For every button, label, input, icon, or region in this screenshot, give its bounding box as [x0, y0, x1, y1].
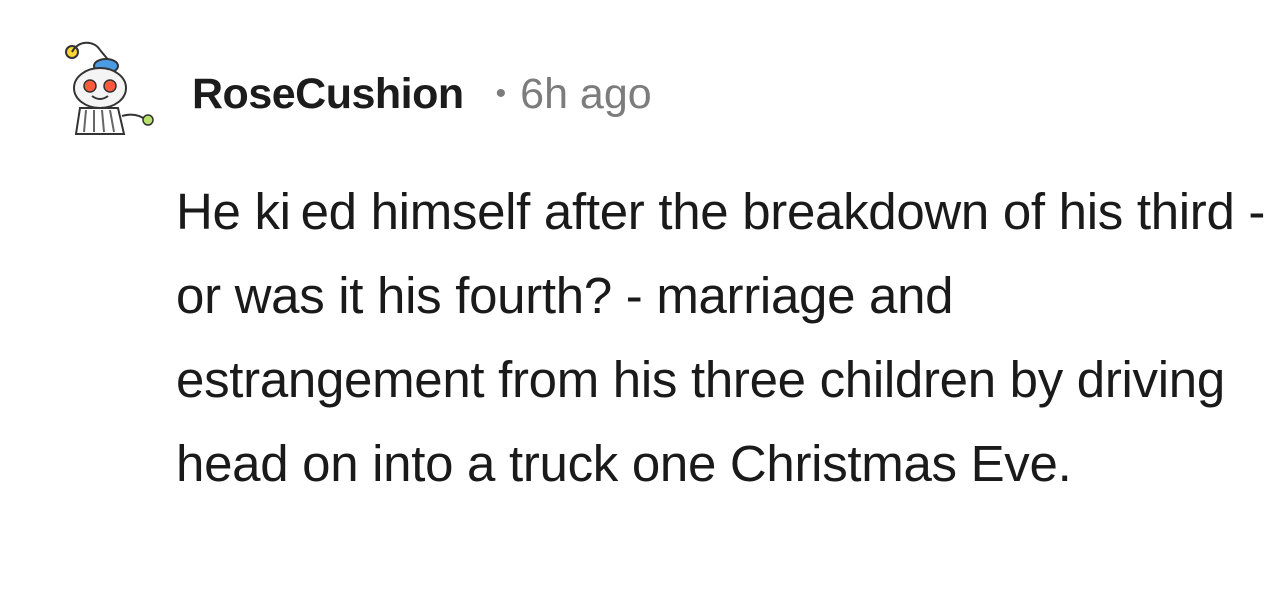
comment: RoseCushion • 6h ago He ki ed himself af… [0, 0, 1284, 607]
comment-text: He ki ed himself after the breakdown of … [176, 183, 1266, 492]
comment-body: He ki ed himself after the breakdown of … [176, 170, 1266, 506]
meta-separator: • [495, 77, 507, 110]
avatar[interactable] [64, 38, 164, 138]
snoo-avatar-icon [65, 41, 154, 135]
comment-header: RoseCushion • 6h ago [192, 66, 652, 122]
username-link[interactable]: RoseCushion [192, 70, 464, 119]
timestamp[interactable]: 6h ago [520, 70, 652, 119]
